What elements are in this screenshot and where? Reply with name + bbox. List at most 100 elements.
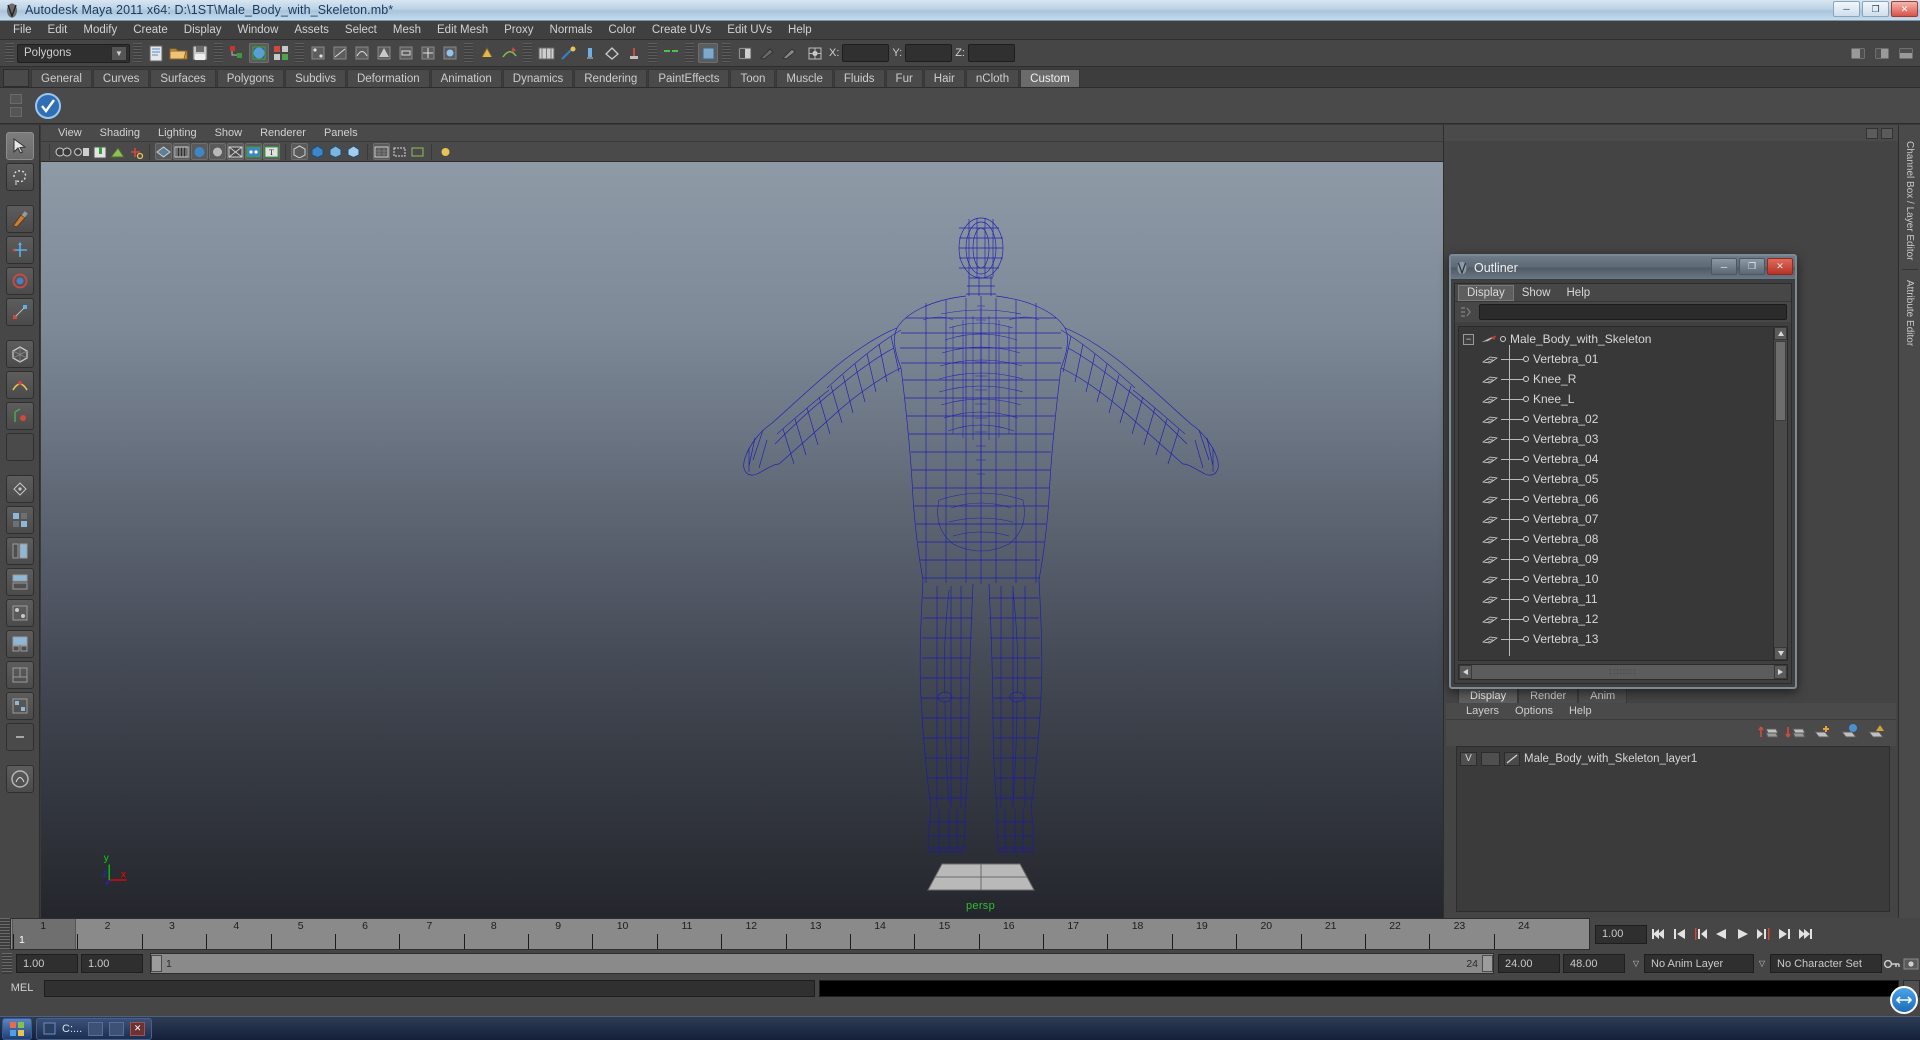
mask-lines-icon[interactable] xyxy=(352,43,372,63)
channelbox-layereditor-vtab[interactable]: Channel Box / Layer Editor xyxy=(1899,141,1920,261)
start-button-icon[interactable] xyxy=(2,1017,32,1040)
options-menu[interactable]: Options xyxy=(1507,705,1561,717)
move-layer-up-icon[interactable] xyxy=(1758,723,1779,744)
sidepanel-undock-button[interactable] xyxy=(1866,127,1878,139)
hscroll-track[interactable]: ∷∷∷∷ xyxy=(1472,665,1774,679)
outliner-item[interactable]: Vertebra_10 xyxy=(1459,569,1773,589)
shelf-tab-fluids[interactable]: Fluids xyxy=(833,69,885,87)
quick-layout-single-perspective-icon[interactable] xyxy=(5,475,34,503)
menu-color[interactable]: Color xyxy=(600,23,643,37)
twoD-pan-zoom-icon[interactable] xyxy=(127,143,144,160)
outliner-filter-icon[interactable] xyxy=(1459,305,1476,320)
layer-visibility-toggle[interactable]: V xyxy=(1460,751,1477,766)
z-input-field[interactable] xyxy=(967,44,1015,62)
tab-anim[interactable]: Anim xyxy=(1578,687,1628,703)
outliner-item[interactable]: Vertebra_06 xyxy=(1459,489,1773,509)
menu-select[interactable]: Select xyxy=(337,23,385,37)
select-by-component-type-icon[interactable] xyxy=(271,43,291,63)
menu-normals[interactable]: Normals xyxy=(542,23,601,37)
time-slider[interactable]: 1 1 2 3 4 5 6 7 8 9 10 11 12 13 14 15 16 17 18 19 20 21 22 23 24 xyxy=(10,918,1590,950)
viewport-menu-renderer[interactable]: Renderer xyxy=(251,127,315,139)
layer-color-swatch[interactable] xyxy=(1504,751,1520,766)
menu-edit-uvs[interactable]: Edit UVs xyxy=(719,23,780,37)
quick-layout-hypershade-persp-icon[interactable] xyxy=(5,599,34,627)
menu-modify[interactable]: Modify xyxy=(75,23,125,37)
sidebar-toggle-1-icon[interactable] xyxy=(1848,43,1868,63)
display-subdivs-icon[interactable] xyxy=(345,143,362,160)
outliner-menu-display[interactable]: Display xyxy=(1458,284,1514,301)
x-input-field[interactable] xyxy=(842,44,890,62)
image-plane-icon[interactable] xyxy=(109,143,126,160)
shelf-tab-custom[interactable]: Custom xyxy=(1020,69,1080,87)
grid-toggle-icon[interactable] xyxy=(373,143,390,160)
statusline-grip-8[interactable] xyxy=(685,43,694,63)
outliner-item[interactable]: Vertebra_01 xyxy=(1459,349,1773,369)
help-menu[interactable]: Help xyxy=(1561,705,1600,717)
shadows-icon[interactable] xyxy=(227,143,244,160)
shelf-tab-dynamics[interactable]: Dynamics xyxy=(502,69,574,87)
select-by-hierarchy-icon[interactable] xyxy=(227,43,247,63)
layout-more-icon[interactable] xyxy=(5,723,34,751)
lasso-tool-icon[interactable] xyxy=(5,163,34,191)
shelf-tab-fur[interactable]: Fur xyxy=(885,69,923,87)
outliner-item[interactable]: Vertebra_03 xyxy=(1459,429,1773,449)
layer-row[interactable]: V Male_Body_with_Skeleton_layer1 xyxy=(1460,750,1886,767)
outliner-titlebar[interactable]: Outliner ─ ❐ ✕ xyxy=(1451,256,1795,280)
quick-layout-persp-relationship-icon[interactable] xyxy=(5,692,34,720)
statusline-grip-7[interactable] xyxy=(648,43,657,63)
taskbar-restore-button[interactable] xyxy=(88,1021,104,1036)
xray-mode-icon[interactable] xyxy=(245,143,262,160)
mask-pivots-icon[interactable] xyxy=(418,43,438,63)
character-set-dropdown-arrow-icon[interactable]: ▽ xyxy=(1754,954,1770,973)
go-to-end-icon[interactable] xyxy=(1796,925,1815,944)
display-polygons-icon[interactable] xyxy=(309,143,326,160)
select-tool-icon[interactable] xyxy=(5,132,34,160)
character-set-selector[interactable]: No Character Set xyxy=(1770,954,1882,973)
statusline-grip[interactable] xyxy=(5,43,14,63)
menu-mesh[interactable]: Mesh xyxy=(385,23,429,37)
shelf-tab-rendering[interactable]: Rendering xyxy=(574,69,648,87)
outliner-item[interactable]: Vertebra_11 xyxy=(1459,589,1773,609)
anim-end-time-field[interactable]: 48.00 xyxy=(1563,954,1625,973)
outliner-item[interactable]: Vertebra_12 xyxy=(1459,609,1773,629)
quick-layout-persp-graph2-icon[interactable] xyxy=(5,661,34,689)
absolute-transform-icon[interactable] xyxy=(805,43,825,63)
minimize-button[interactable]: ─ xyxy=(1833,1,1860,17)
outliner-item[interactable]: Vertebra_13 xyxy=(1459,629,1773,649)
quick-layout-four-view-icon[interactable] xyxy=(5,506,34,534)
shelf-tab-painteffects[interactable]: PaintEffects xyxy=(648,69,730,87)
step-forward-icon[interactable] xyxy=(1775,925,1794,944)
help-bubble-icon[interactable] xyxy=(1890,986,1918,1014)
tab-display[interactable]: Display xyxy=(1458,687,1519,703)
time-slider-grip[interactable] xyxy=(0,918,10,950)
quick-layout-persp-graph-icon[interactable] xyxy=(5,568,34,596)
show-tool-settings-icon[interactable] xyxy=(757,43,777,63)
range-start-handle[interactable] xyxy=(151,955,162,972)
shelf-tab-muscle[interactable]: Muscle xyxy=(776,69,833,87)
new-layer-icon[interactable] xyxy=(1812,723,1832,744)
scroll-right-icon[interactable] xyxy=(1774,665,1787,679)
resolution-gate-icon[interactable] xyxy=(409,143,426,160)
shelf-item-blue-check-icon[interactable] xyxy=(33,91,63,121)
shelf-grip[interactable] xyxy=(3,90,29,122)
snap-curve-icon[interactable] xyxy=(499,43,519,63)
viewport-menu-view[interactable]: View xyxy=(49,127,91,139)
paint-selection-tool-icon[interactable] xyxy=(5,205,34,233)
layer-membership-icon[interactable] xyxy=(1866,723,1886,744)
animation-preferences-icon[interactable] xyxy=(1901,954,1920,973)
outliner-window[interactable]: Outliner ─ ❐ ✕ Display Show Help − Male_… xyxy=(1449,254,1797,689)
auto-keyframe-toggle-icon[interactable] xyxy=(1882,954,1901,973)
render-globals-icon[interactable] xyxy=(624,43,644,63)
shelf-tab-hair[interactable]: Hair xyxy=(923,69,965,87)
quick-layout-persp-outliner-icon[interactable] xyxy=(5,630,34,658)
shaded-with-textures-icon[interactable] xyxy=(191,143,208,160)
paint-effects-globals-icon[interactable] xyxy=(5,765,34,793)
next-key-icon[interactable] xyxy=(1754,925,1773,944)
isolate-select-icon[interactable] xyxy=(291,143,308,160)
anim-start-time-field[interactable]: 1.00 xyxy=(16,954,78,973)
anim-layer-dropdown-arrow-icon[interactable]: ▽ xyxy=(1628,954,1644,973)
scale-tool-icon[interactable] xyxy=(5,298,34,326)
anim-layer-selector[interactable]: No Anim Layer xyxy=(1644,954,1754,973)
rotate-tool-icon[interactable] xyxy=(5,267,34,295)
outliner-item[interactable]: Vertebra_09 xyxy=(1459,549,1773,569)
